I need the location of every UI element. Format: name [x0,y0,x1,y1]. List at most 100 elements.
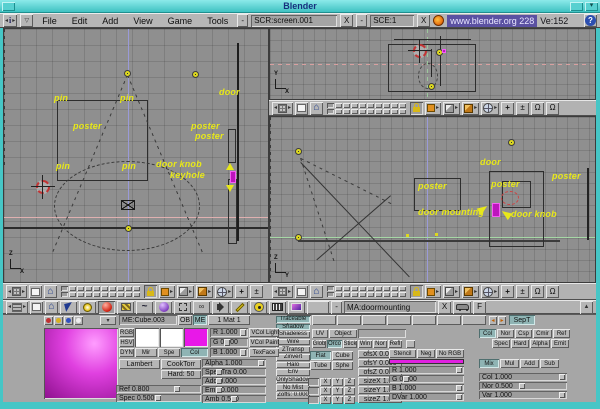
viewport-top[interactable]: Y X [269,28,596,100]
layer-button[interactable] [391,286,398,291]
flag-onlyshadow[interactable]: OnlyShadow [276,377,310,384]
blend-mix-button[interactable]: Mix [479,359,499,368]
nor-coords-button[interactable]: Nor [373,340,387,348]
layer-lock-button[interactable] [144,285,157,298]
texture-slot-button[interactable] [387,315,411,325]
tube-proj-button[interactable]: Tube [310,361,331,370]
layer-button[interactable] [359,292,366,297]
lamp-empty-1[interactable] [124,70,131,77]
sequencer-buttons-tab[interactable] [269,301,286,314]
blend-mul-button[interactable]: Mul [500,359,519,368]
texture-slot-button[interactable] [437,315,461,325]
spec-color-swatch[interactable] [160,328,183,347]
layer-button[interactable] [327,109,334,114]
viewport-type-dropdown[interactable]: ◂▸ [6,285,27,298]
sphe-proj-button[interactable]: Sphe [332,361,353,370]
mapto-nor-button[interactable]: Nor [497,329,514,338]
sound-buttons-tab[interactable] [212,301,229,314]
menu-tools[interactable]: Tools [201,16,234,26]
texture-slot-button[interactable] [412,315,436,325]
material-index-field[interactable]: 1 Mat 1 [208,315,250,325]
layer-lock-button[interactable] [410,102,423,115]
layer-button[interactable] [69,292,76,297]
rotate-view-button[interactable]: Ω [531,102,544,115]
mapto-emit-button[interactable]: Emit [551,339,569,348]
layer-button[interactable] [133,292,140,297]
layer-button[interactable] [335,103,342,108]
mapto-ref-button[interactable]: Ref [553,329,570,338]
size-button[interactable]: ± [516,285,529,298]
flag-wire[interactable]: Wire [276,339,310,346]
menu-game[interactable]: Game [162,16,199,26]
texture-slot-button[interactable] [312,315,336,325]
menu-file[interactable]: File [36,16,63,26]
flag-zinvert[interactable]: Zinvert [276,354,310,361]
b-slider[interactable]: B 1.000 [210,348,248,357]
flag-shadeless[interactable]: Shadeless [276,331,310,338]
scene-delete-button[interactable]: X [417,14,430,27]
pane-collapse-button[interactable]: ▲ [580,301,593,314]
layer-button[interactable] [399,109,406,114]
buttons-window-type-dropdown[interactable]: ◂▸ [6,301,28,314]
vcol-paint-toggle[interactable]: VCol Paint [249,338,279,347]
constraint-buttons-tab[interactable]: ∞ [193,301,210,314]
flag-env[interactable]: Env [276,369,310,376]
axis-y-button[interactable]: Y [332,396,343,404]
axis-none-button[interactable] [308,387,319,395]
wall-line[interactable] [394,39,471,40]
ob-link-button[interactable]: OB [178,315,192,325]
layer-button[interactable] [343,286,350,291]
blend-add-button[interactable]: Add [520,359,539,368]
lamp-empty-3[interactable] [125,225,132,232]
layer-button[interactable] [327,286,334,291]
diffuse-color-swatch[interactable] [184,328,208,347]
layer-button[interactable] [101,292,108,297]
axis-z-button[interactable]: Z [344,396,355,404]
spe-tab[interactable]: Spe [158,348,180,357]
tex-r-slider[interactable]: R 1.000 [389,366,464,374]
layer-button[interactable] [351,292,358,297]
layer-button[interactable] [343,109,350,114]
preview-type-button[interactable] [44,316,53,325]
object-name-field[interactable] [358,329,406,338]
tex-g-slider[interactable]: G 0.000 [389,375,464,383]
mapto-alpha-button[interactable]: Alpha [530,339,550,348]
fullscreen-button[interactable] [295,102,308,115]
3d-cursor[interactable] [413,44,427,58]
script-buttons-tab[interactable] [231,301,248,314]
alpha-slider[interactable]: Alpha 1.000 [202,359,266,367]
mirror-color-swatch[interactable] [135,328,159,347]
vcol-light-toggle[interactable]: VCol Light [249,328,279,337]
preview-type-button[interactable] [74,316,83,325]
window-shade-button[interactable]: ▾ [585,2,598,11]
win-coords-button[interactable]: Win [358,340,372,348]
layer-button[interactable] [367,109,374,114]
vertex-dot[interactable] [435,233,438,236]
door-frame-object[interactable] [228,129,236,163]
3d-cursor[interactable] [36,180,50,194]
object-mode-dropdown[interactable]: ▸ [196,285,213,298]
material-name-field[interactable]: MA:doormounting [344,301,436,313]
rgb-mode-button[interactable]: RGB [119,328,134,337]
window-titlebar[interactable]: Blender ▾ [0,0,600,13]
layer-button[interactable] [117,292,124,297]
lamp-buttons-tab[interactable] [79,301,96,314]
texture-color-swatch[interactable] [389,359,464,364]
spec-slider[interactable]: Spec 0.500 [116,394,201,402]
viewport-type-dropdown[interactable]: ◂▸ [272,102,293,115]
draw-mode-dropdown[interactable]: ▸ [425,102,441,115]
layer-button[interactable] [367,103,374,108]
material-browse-button[interactable]: - [331,301,342,314]
shading-dropdown[interactable]: ▸ [443,285,460,298]
menu-edit[interactable]: Edit [66,16,94,26]
cube-proj-button[interactable]: Cube [332,351,353,360]
lamp-empty-2[interactable] [295,234,302,241]
home-button[interactable]: ⌂ [310,285,323,298]
right-poster-object[interactable] [587,168,589,240]
layer-button[interactable] [343,292,350,297]
layer-button[interactable] [343,103,350,108]
lamp-empty-1[interactable] [295,148,302,155]
texture-slot-button[interactable] [462,315,486,325]
flag-halo[interactable]: Halo [276,362,310,369]
axis-y-button[interactable]: Y [332,378,343,386]
